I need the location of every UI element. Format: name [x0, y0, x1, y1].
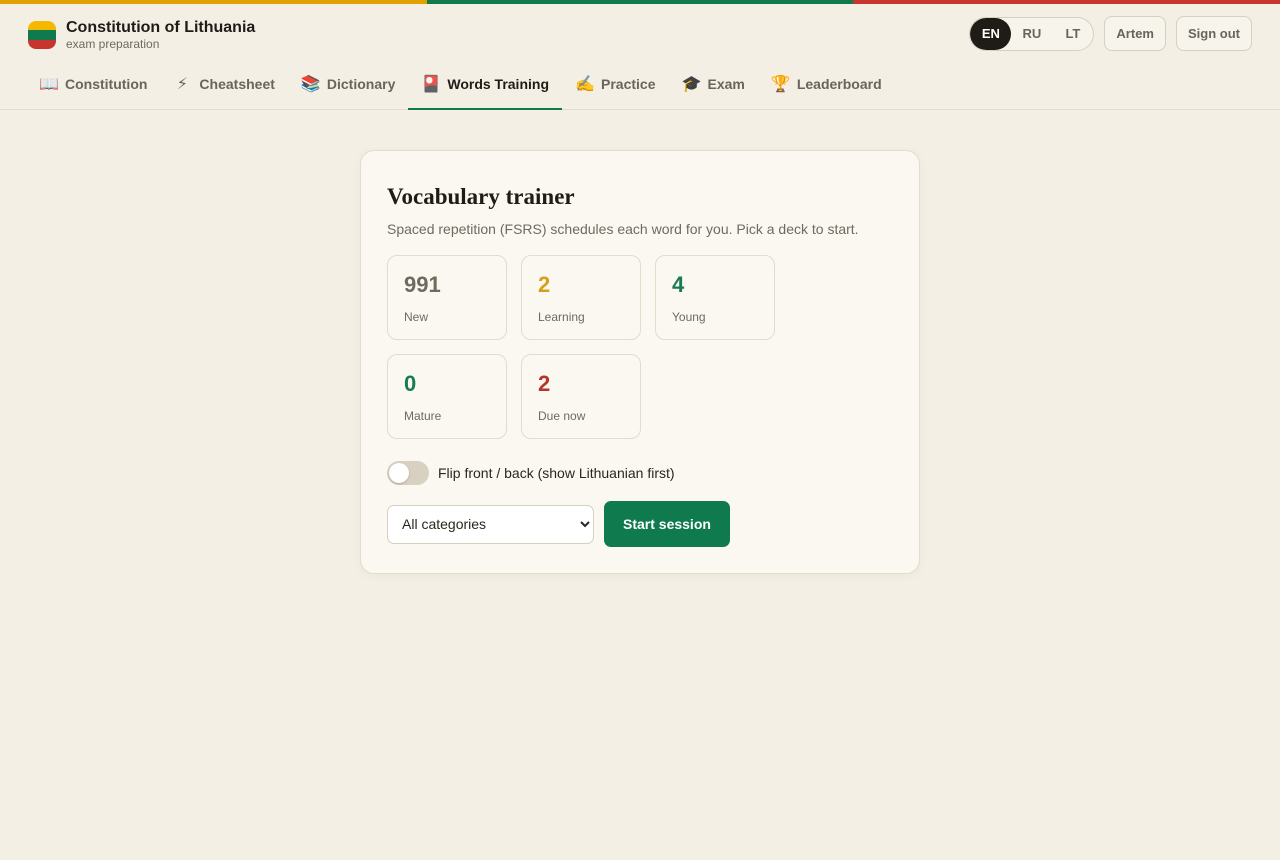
trainer-title: Vocabulary trainer — [387, 184, 575, 209]
deck-stats: 991 New 2 Learning 4 Young 0 Mature 2 Du… — [387, 255, 807, 453]
language-en-button[interactable]: EN — [970, 17, 1012, 50]
tab-practice[interactable]: ✍️ Practice — [562, 60, 668, 110]
tab-label: Leaderboard — [796, 76, 882, 92]
flip-toggle-label: Flip front / back (show Lithuanian first… — [438, 465, 675, 481]
tab-exam[interactable]: 🎓 Exam — [668, 60, 757, 110]
tab-words-training[interactable]: 🎴 Words Training — [408, 60, 562, 110]
trainer-subtitle: Spaced repetition (FSRS) schedules each … — [387, 221, 859, 237]
vocabulary-trainer-card: Vocabulary trainer Spaced repetition (FS… — [360, 150, 920, 574]
stat-value: 2 — [538, 272, 551, 297]
stat-due-now: 2 Due now — [521, 354, 641, 439]
top-bar: Constitution of Lithuania exam preparati… — [0, 4, 1280, 110]
tab-leaderboard[interactable]: 🏆 Leaderboard — [758, 60, 895, 110]
toggle-knob — [389, 463, 409, 483]
category-select[interactable]: All categories — [387, 504, 594, 544]
language-ru-button[interactable]: RU — [1011, 18, 1052, 50]
stat-label: Due now — [538, 409, 586, 423]
lightning-icon: ⚡ — [176, 76, 189, 93]
main-nav-tabs: 📖 Constitution ⚡ Cheatsheet 📚 Dictionary… — [26, 60, 895, 110]
stat-value: 4 — [672, 272, 685, 297]
tab-label: Constitution — [65, 76, 148, 92]
stat-label: Learning — [538, 310, 585, 324]
tab-label: Words Training — [447, 76, 549, 92]
sign-out-button[interactable]: Sign out — [1176, 16, 1252, 51]
stat-mature: 0 Mature — [387, 354, 507, 439]
tab-dictionary[interactable]: 📚 Dictionary — [288, 60, 408, 110]
app-subtitle: exam preparation — [66, 37, 160, 51]
tab-label: Dictionary — [326, 76, 396, 92]
brand[interactable]: Constitution of Lithuania exam preparati… — [28, 19, 255, 51]
tab-label: Exam — [707, 76, 745, 92]
start-session-button[interactable]: Start session — [604, 501, 730, 547]
language-switcher: EN RU LT — [969, 16, 1095, 51]
writing-hand-icon: ✍️ — [575, 76, 595, 93]
stat-label: New — [404, 310, 429, 324]
stat-young: 4 Young — [655, 255, 775, 340]
stat-value: 991 — [404, 272, 441, 297]
user-profile-button[interactable]: Artem — [1104, 16, 1166, 51]
tab-label: Cheatsheet — [199, 76, 275, 92]
tab-label: Practice — [601, 76, 656, 92]
stat-label: Young — [672, 310, 706, 324]
stat-value: 0 — [404, 371, 417, 396]
tab-cheatsheet[interactable]: ⚡ Cheatsheet — [160, 60, 287, 110]
stat-value: 2 — [538, 371, 551, 396]
header-controls: EN RU LT Artem Sign out — [969, 16, 1252, 51]
language-lt-button[interactable]: LT — [1052, 18, 1093, 50]
stat-label: Mature — [404, 409, 442, 423]
trophy-icon: 🏆 — [770, 76, 791, 93]
tab-constitution[interactable]: 📖 Constitution — [26, 60, 160, 110]
flip-toggle-row: Flip front / back (show Lithuanian first… — [387, 461, 675, 485]
books-icon: 📚 — [300, 76, 321, 93]
lithuania-flag-icon — [28, 21, 56, 49]
session-controls: All categories Start session — [387, 501, 730, 547]
stat-new: 991 New — [387, 255, 507, 340]
flip-toggle[interactable] — [387, 461, 429, 485]
stat-learning: 2 Learning — [521, 255, 641, 340]
graduation-cap-icon: 🎓 — [681, 76, 702, 93]
book-icon: 📖 — [39, 76, 59, 93]
cards-icon: 🎴 — [421, 76, 442, 93]
app-title: Constitution of Lithuania — [66, 19, 256, 36]
